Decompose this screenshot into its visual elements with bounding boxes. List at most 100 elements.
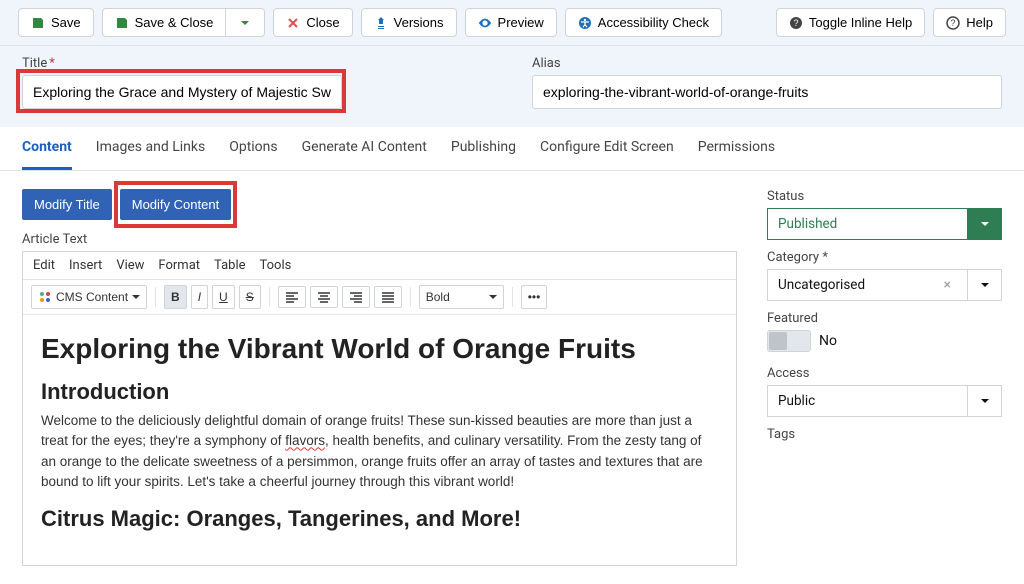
versions-icon	[374, 16, 388, 30]
ellipsis-icon: •••	[528, 290, 541, 304]
more-button[interactable]: •••	[521, 285, 548, 309]
strikethrough-button[interactable]: S	[239, 285, 261, 309]
bold-button[interactable]: B	[164, 285, 187, 309]
save-close-button[interactable]: Save & Close	[102, 8, 227, 37]
align-right-button[interactable]	[342, 286, 370, 308]
chevron-down-icon	[981, 216, 989, 232]
versions-button[interactable]: Versions	[361, 8, 457, 37]
toggle-help-label: Toggle Inline Help	[809, 15, 912, 30]
toggle-inline-help-button[interactable]: ? Toggle Inline Help	[776, 8, 925, 37]
toolbar-spacer	[730, 8, 768, 37]
align-left-icon	[285, 291, 299, 303]
chevron-down-icon	[238, 16, 252, 30]
close-button[interactable]: Close	[273, 8, 352, 37]
status-value: Published	[767, 208, 968, 240]
modify-buttons: Modify Title Modify Content	[22, 189, 737, 220]
alias-input[interactable]	[532, 75, 1002, 109]
save-button[interactable]: Save	[18, 8, 94, 37]
save-close-group: Save & Close	[102, 8, 266, 37]
tab-content[interactable]: Content	[22, 127, 72, 170]
save-close-dropdown[interactable]	[226, 8, 265, 37]
underline-button[interactable]: U	[212, 285, 235, 309]
tab-configure[interactable]: Configure Edit Screen	[540, 127, 674, 170]
editor-toolbar: CMS Content B I U S Bold •••	[23, 280, 736, 315]
save-icon	[31, 16, 45, 30]
accessibility-label: Accessibility Check	[598, 15, 709, 30]
category-label: Category *	[767, 250, 1002, 265]
clear-category-icon[interactable]: ×	[938, 277, 957, 293]
modify-title-button[interactable]: Modify Title	[22, 189, 112, 220]
access-select[interactable]: Public	[767, 385, 1002, 417]
help-button[interactable]: ? Help	[933, 8, 1006, 37]
tab-options[interactable]: Options	[229, 127, 277, 170]
save-icon	[115, 16, 129, 30]
status-select[interactable]: Published	[767, 208, 1002, 240]
tab-publishing[interactable]: Publishing	[451, 127, 516, 170]
menu-insert[interactable]: Insert	[69, 258, 102, 273]
action-toolbar: Save Save & Close Close Versions Preview…	[0, 0, 1024, 46]
menu-view[interactable]: View	[116, 258, 144, 273]
question-icon: ?	[789, 16, 803, 30]
align-right-icon	[349, 291, 363, 303]
align-center-button[interactable]	[310, 286, 338, 308]
status-label: Status	[767, 189, 1002, 204]
toggle-thumb	[769, 332, 787, 350]
category-caret[interactable]	[968, 269, 1002, 301]
article-h1: Exploring the Vibrant World of Orange Fr…	[41, 333, 718, 365]
svg-text:?: ?	[793, 18, 798, 28]
modify-content-highlight: Modify Content	[120, 189, 231, 220]
featured-toggle[interactable]: No	[767, 330, 837, 352]
tags-label: Tags	[767, 427, 1002, 442]
menu-edit[interactable]: Edit	[33, 258, 55, 273]
category-select[interactable]: Uncategorised ×	[767, 269, 1002, 301]
rich-text-editor: Edit Insert View Format Table Tools CMS …	[22, 251, 737, 566]
title-field-wrapper: Title*	[22, 56, 492, 109]
title-highlight	[22, 75, 342, 109]
access-label: Access	[767, 366, 1002, 381]
editor-menubar: Edit Insert View Format Table Tools	[23, 252, 736, 280]
category-value: Uncategorised	[778, 277, 865, 293]
featured-label: Featured	[767, 311, 1002, 326]
alias-label: Alias	[532, 56, 1002, 71]
align-justify-button[interactable]	[374, 286, 402, 308]
article-h2-citrus: Citrus Magic: Oranges, Tangerines, and M…	[41, 506, 718, 532]
svg-text:?: ?	[951, 18, 956, 28]
access-caret[interactable]	[968, 385, 1002, 417]
menu-table[interactable]: Table	[214, 258, 245, 273]
required-marker: *	[49, 56, 55, 71]
format-dropdown[interactable]: Bold	[419, 285, 504, 309]
preview-button[interactable]: Preview	[465, 8, 557, 37]
italic-button[interactable]: I	[191, 285, 208, 309]
accessibility-button[interactable]: Accessibility Check	[565, 8, 722, 37]
editor-body[interactable]: Exploring the Vibrant World of Orange Fr…	[23, 315, 736, 565]
separator	[155, 287, 156, 307]
spellcheck-word: flavors	[285, 433, 325, 448]
cms-content-dropdown[interactable]: CMS Content	[31, 285, 147, 309]
modify-content-button[interactable]: Modify Content	[120, 189, 231, 220]
help-label: Help	[966, 15, 993, 30]
featured-value: No	[819, 333, 837, 349]
save-close-label: Save & Close	[135, 15, 214, 30]
title-alias-row: Title* Alias	[0, 46, 1024, 127]
versions-label: Versions	[394, 15, 444, 30]
question-icon: ?	[946, 16, 960, 30]
toggle-track	[767, 330, 811, 352]
title-label: Title*	[22, 56, 492, 71]
save-label: Save	[51, 15, 81, 30]
align-left-button[interactable]	[278, 286, 306, 308]
tab-permissions[interactable]: Permissions	[698, 127, 775, 170]
title-input[interactable]	[22, 75, 342, 109]
tab-images-links[interactable]: Images and Links	[96, 127, 205, 170]
close-icon	[286, 16, 300, 30]
article-text-label: Article Text	[22, 232, 737, 247]
article-paragraph: Welcome to the deliciously delightful do…	[41, 411, 718, 492]
tab-generate-ai[interactable]: Generate AI Content	[302, 127, 427, 170]
menu-format[interactable]: Format	[158, 258, 200, 273]
chevron-down-icon	[981, 277, 989, 293]
menu-tools[interactable]: Tools	[260, 258, 292, 273]
eye-icon	[478, 16, 492, 30]
preview-label: Preview	[498, 15, 544, 30]
separator	[512, 287, 513, 307]
status-caret[interactable]	[968, 208, 1002, 240]
main-column: Modify Title Modify Content Article Text…	[22, 189, 737, 566]
